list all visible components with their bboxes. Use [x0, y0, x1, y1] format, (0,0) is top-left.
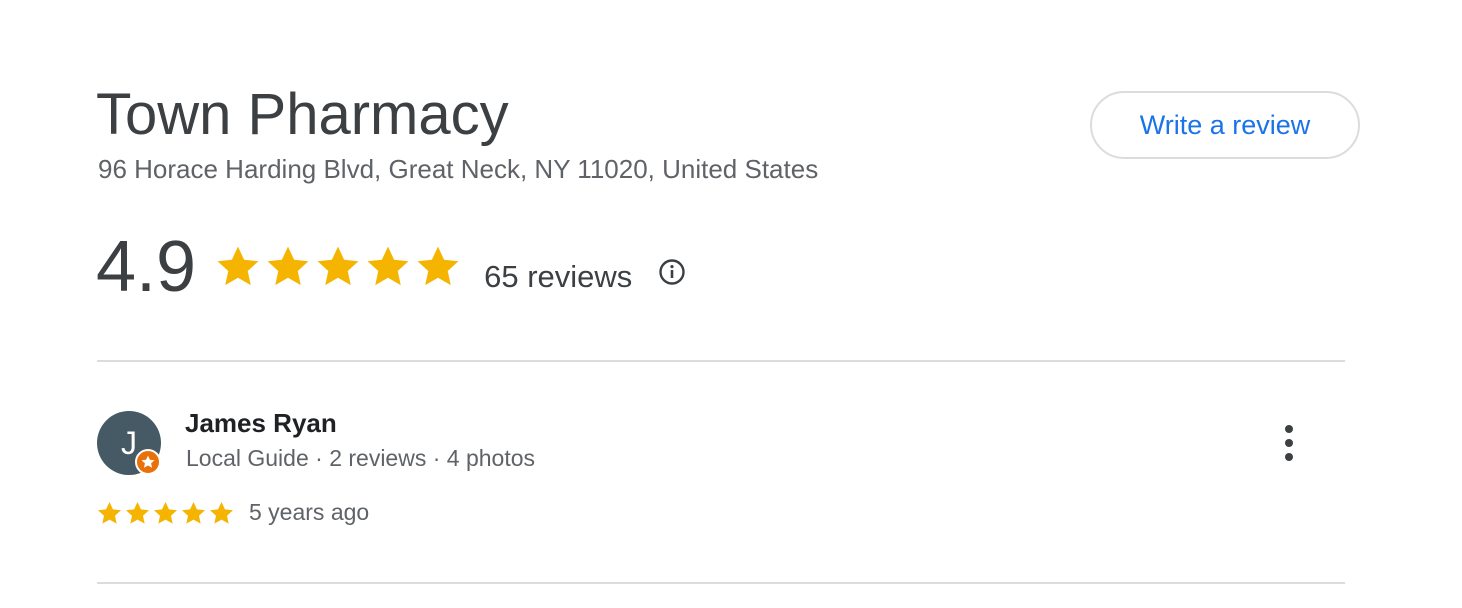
star-icon — [217, 246, 259, 286]
dot — [1285, 453, 1293, 461]
reviewer-meta: Local Guide · 2 reviews · 4 photos — [186, 445, 536, 471]
star-icon — [210, 502, 233, 524]
star-icon — [126, 502, 149, 524]
star-icon — [367, 246, 409, 286]
star-icon — [98, 502, 121, 524]
more-vert-icon[interactable] — [1272, 420, 1306, 466]
star-icon — [182, 502, 205, 524]
write-review-button[interactable]: Write a review — [1090, 91, 1360, 159]
review-count[interactable]: 65 reviews — [484, 259, 632, 295]
rating-summary: 4.9 65 reviews — [96, 222, 686, 312]
business-name: Town Pharmacy — [96, 82, 509, 147]
rating-stars — [214, 243, 462, 291]
review-stars — [96, 500, 235, 527]
reviewer-name[interactable]: James Ryan — [185, 408, 337, 439]
dot — [1285, 439, 1293, 447]
star-icon — [267, 246, 309, 286]
local-guide-star-icon — [135, 449, 161, 475]
divider — [97, 582, 1345, 584]
review-time: 5 years ago — [249, 499, 370, 525]
business-address: 96 Horace Harding Blvd, Great Neck, NY 1… — [98, 154, 819, 184]
info-icon[interactable] — [658, 258, 686, 286]
star-icon — [317, 246, 359, 286]
star-icon — [154, 502, 177, 524]
divider — [97, 360, 1345, 362]
reviews-panel: Town Pharmacy 96 Horace Harding Blvd, Gr… — [0, 0, 1462, 608]
average-rating: 4.9 — [96, 227, 197, 307]
dot — [1285, 425, 1293, 433]
star-icon — [417, 246, 459, 286]
